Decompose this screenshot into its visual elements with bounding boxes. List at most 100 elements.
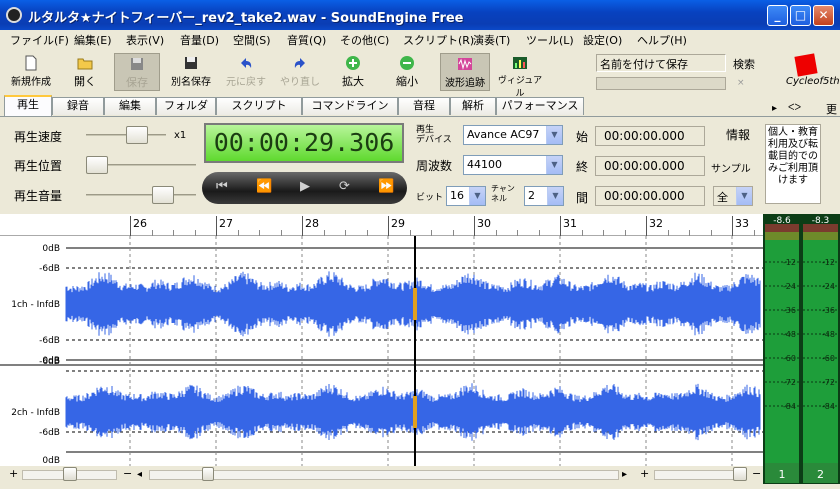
menu-bar: ファイル(F) 編集(E) 表示(V) 音量(D) 空間(S) 音質(Q) その… [0,30,840,49]
info-label: 情報 [726,128,751,142]
all-select[interactable]: 全 ▼ [713,186,753,206]
visual-button[interactable]: ヴィジュアル [496,53,544,99]
db-label: -6dB [39,428,60,438]
zoom-out-label: 縮小 [396,75,418,88]
tab-scroll-icon[interactable]: ᐸᐳ [788,103,801,113]
menu-tools[interactable]: ツール(L) [526,32,574,48]
waveform-canvas[interactable]: 0dB -6dB 1ch - InfdB -6dB 0dB -6dB 2ch - InfdB… [0,236,763,466]
scroll-thumb[interactable] [202,467,214,481]
wave-track-button[interactable]: 波形追跡 [440,53,490,91]
save-name-field[interactable]: 名前を付けて保存 [596,54,726,72]
device-value: Avance AC97 [467,128,540,141]
db-label: 0dB [42,244,60,254]
chevron-down-icon[interactable]: ▼ [736,187,752,205]
menu-other[interactable]: その他(C) [340,32,389,48]
menu-volume[interactable]: 音量(D) [180,32,219,48]
volume-slider-thumb[interactable] [152,186,174,204]
start-time-field[interactable]: 00:00:00.000 [595,126,705,146]
zoom-in-button[interactable]: 拡大 [330,53,376,91]
tab-commandline[interactable]: コマンドライン [302,97,398,115]
tab-record[interactable]: 録音 [52,97,104,115]
maximize-button[interactable]: □ [790,5,811,26]
chevron-down-icon[interactable]: ▼ [546,126,562,144]
menu-script[interactable]: スクリプト(R) [403,32,474,48]
menu-quality[interactable]: 音質(Q) [287,32,326,48]
menu-space[interactable]: 空間(S) [233,32,271,48]
undo-button-label: 元に戻す [226,77,266,88]
tab-next-arrow[interactable]: ▸ [772,103,777,114]
bit-select[interactable]: 16 ▼ [446,186,486,206]
folder-icon [77,58,93,70]
rewind-button[interactable]: ⏪ [256,179,272,194]
tab-edit[interactable]: 編集 [104,97,156,115]
tab-pitch[interactable]: 音程 [398,97,450,115]
redo-button[interactable]: やり直し [276,53,324,91]
close-button[interactable]: ✕ [813,5,834,26]
search-button[interactable]: 検索 [733,56,755,72]
scroll-track[interactable] [149,470,619,480]
device-select[interactable]: Avance AC97 ▼ [463,125,563,145]
chevron-down-icon[interactable]: ▼ [547,187,563,205]
tab-script[interactable]: スクリプト [216,97,302,115]
volume-slider-track[interactable] [86,194,196,196]
speed-slider-thumb[interactable] [126,126,148,144]
tab-play[interactable]: 再生 [4,95,52,116]
save-as-button[interactable]: 別名保存 [166,53,216,91]
tab-folder[interactable]: フォルダ [156,97,216,115]
menu-edit[interactable]: 編集(E) [74,32,112,48]
tab-performance[interactable]: パフォーマンス [496,97,584,115]
freq-select[interactable]: 44100 ▼ [463,155,563,175]
tab-analysis[interactable]: 解析 [450,97,496,115]
loop-button[interactable]: ⟳ [339,179,350,194]
meter-channel-label: 1 [779,468,786,481]
zoom-slider-thumb[interactable] [63,467,77,481]
menu-play[interactable]: 演奏(T) [473,32,510,48]
clear-icon[interactable]: × [737,78,745,88]
undo-button[interactable]: 元に戻す [222,53,270,91]
sample-button[interactable]: サンプル [711,160,751,175]
meter-scale-label: -36 [822,306,835,315]
new-button[interactable]: 新規作成 [6,53,56,91]
volume-plus-button[interactable]: + [640,467,649,480]
length-time-field[interactable]: 00:00:00.000 [595,186,705,206]
chevron-down-icon[interactable]: ▼ [546,156,562,174]
menu-help[interactable]: ヘルプ(H) [637,32,687,48]
zoom-plus-button[interactable]: + [9,467,18,480]
ruler-tick [560,216,561,236]
time-ruler[interactable]: 26 27 28 29 30 31 32 33 [0,214,798,236]
app-icon[interactable] [6,7,22,23]
tab-more[interactable]: 更 [826,101,837,117]
position-slider-thumb[interactable] [86,156,108,174]
meter-scale-label: -84 [783,402,796,411]
save-button[interactable]: 保存 [114,53,160,91]
playhead-marker [413,396,417,428]
freq-value: 44100 [467,158,502,171]
horizontal-scroll: + − ◂ ▸ + − [0,466,763,484]
play-button[interactable]: ▶ [300,179,310,194]
volume-zoom-thumb[interactable] [733,467,747,481]
meter-warn-zone [765,232,799,240]
zoom-minus-button[interactable]: − [123,467,132,480]
waveform-area[interactable]: 26 27 28 29 30 31 32 33 0dB -6dB 1ch - InfdB -6dB 0… [0,214,798,466]
visualizer-icon [513,57,527,69]
meter-scale-label: -60 [783,354,796,363]
menu-settings[interactable]: 設定(O) [583,32,622,48]
scroll-left-arrow[interactable]: ◂ [137,469,142,480]
forward-button[interactable]: ⏩ [378,179,394,194]
new-button-label: 新規作成 [11,77,51,88]
zoom-out-button[interactable]: 縮小 [384,53,430,91]
scroll-right-arrow[interactable]: ▸ [622,469,627,480]
meter-warn-zone [803,232,838,240]
volume-minus-button[interactable]: − [752,467,761,480]
logo-mark [794,53,818,77]
channel-select[interactable]: 2 ▼ [524,186,564,206]
menu-file[interactable]: ファイル(F) [10,32,69,48]
skip-start-button[interactable]: ⏮ [216,179,228,194]
chevron-down-icon[interactable]: ▼ [469,187,485,205]
open-button[interactable]: 開く [62,53,108,91]
minimize-button[interactable]: _ [767,5,788,26]
tab-strip: 再生 録音 編集 フォルダ スクリプト コマンドライン 音程 解析 パフォーマン… [0,95,840,117]
menu-view[interactable]: 表示(V) [126,32,164,48]
end-time-field[interactable]: 00:00:00.000 [595,156,705,176]
meter-scale-label: -48 [822,330,835,339]
